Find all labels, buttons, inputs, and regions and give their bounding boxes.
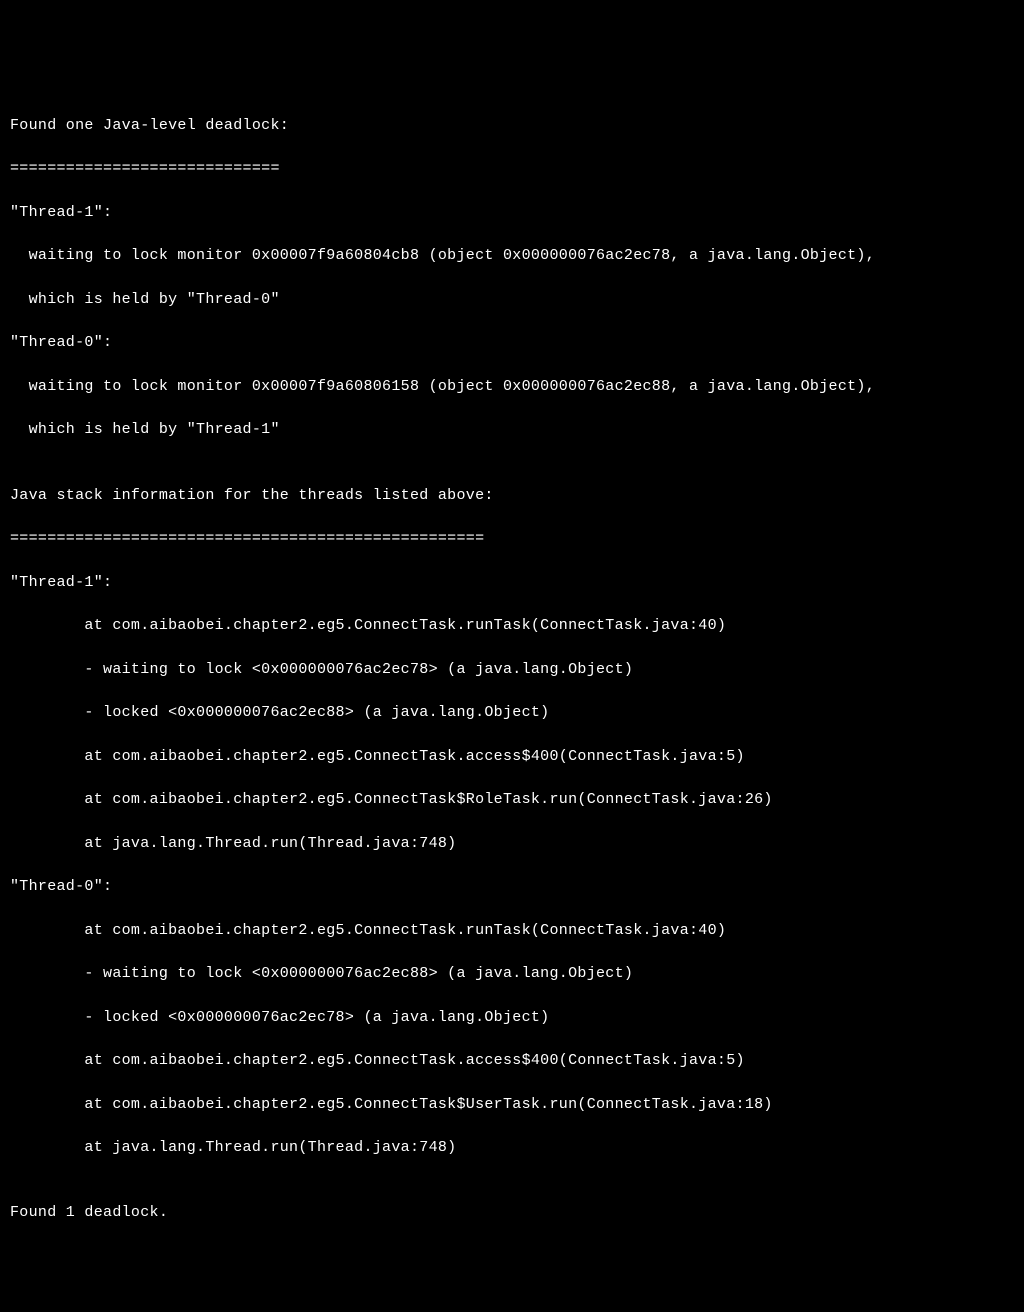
stackinfo-header: Java stack information for the threads l… — [10, 485, 1014, 507]
thread1-label: "Thread-1": — [10, 202, 1014, 224]
thread1-waiting-line: waiting to lock monitor 0x00007f9a60804c… — [10, 245, 1014, 267]
stack-trace-line: - waiting to lock <0x000000076ac2ec88> (… — [10, 963, 1014, 985]
stack-trace-line: at java.lang.Thread.run(Thread.java:748) — [10, 833, 1014, 855]
separator-line: ============================= — [10, 158, 1014, 180]
stack-trace-line: at com.aibaobei.chapter2.eg5.ConnectTask… — [10, 1050, 1014, 1072]
stack-thread1-label: "Thread-1": — [10, 572, 1014, 594]
stack-trace-line: at com.aibaobei.chapter2.eg5.ConnectTask… — [10, 920, 1014, 942]
stack-trace-line: at com.aibaobei.chapter2.eg5.ConnectTask… — [10, 746, 1014, 768]
deadlock-footer: Found 1 deadlock. — [10, 1202, 1014, 1224]
thread0-heldby-line: which is held by "Thread-1" — [10, 419, 1014, 441]
stack-trace-line: at java.lang.Thread.run(Thread.java:748) — [10, 1137, 1014, 1159]
thread0-waiting-line: waiting to lock monitor 0x00007f9a608061… — [10, 376, 1014, 398]
thread0-label: "Thread-0": — [10, 332, 1014, 354]
stack-trace-line: - locked <0x000000076ac2ec78> (a java.la… — [10, 1007, 1014, 1029]
stack-thread0-label: "Thread-0": — [10, 876, 1014, 898]
thread1-heldby-line: which is held by "Thread-0" — [10, 289, 1014, 311]
stack-trace-line: - locked <0x000000076ac2ec88> (a java.la… — [10, 702, 1014, 724]
terminal-output: Found one Java-level deadlock: =========… — [10, 93, 1014, 1246]
stack-trace-line: at com.aibaobei.chapter2.eg5.ConnectTask… — [10, 1094, 1014, 1116]
stack-trace-line: - waiting to lock <0x000000076ac2ec78> (… — [10, 659, 1014, 681]
separator-line: ========================================… — [10, 528, 1014, 550]
stack-trace-line: at com.aibaobei.chapter2.eg5.ConnectTask… — [10, 615, 1014, 637]
deadlock-header: Found one Java-level deadlock: — [10, 115, 1014, 137]
stack-trace-line: at com.aibaobei.chapter2.eg5.ConnectTask… — [10, 789, 1014, 811]
